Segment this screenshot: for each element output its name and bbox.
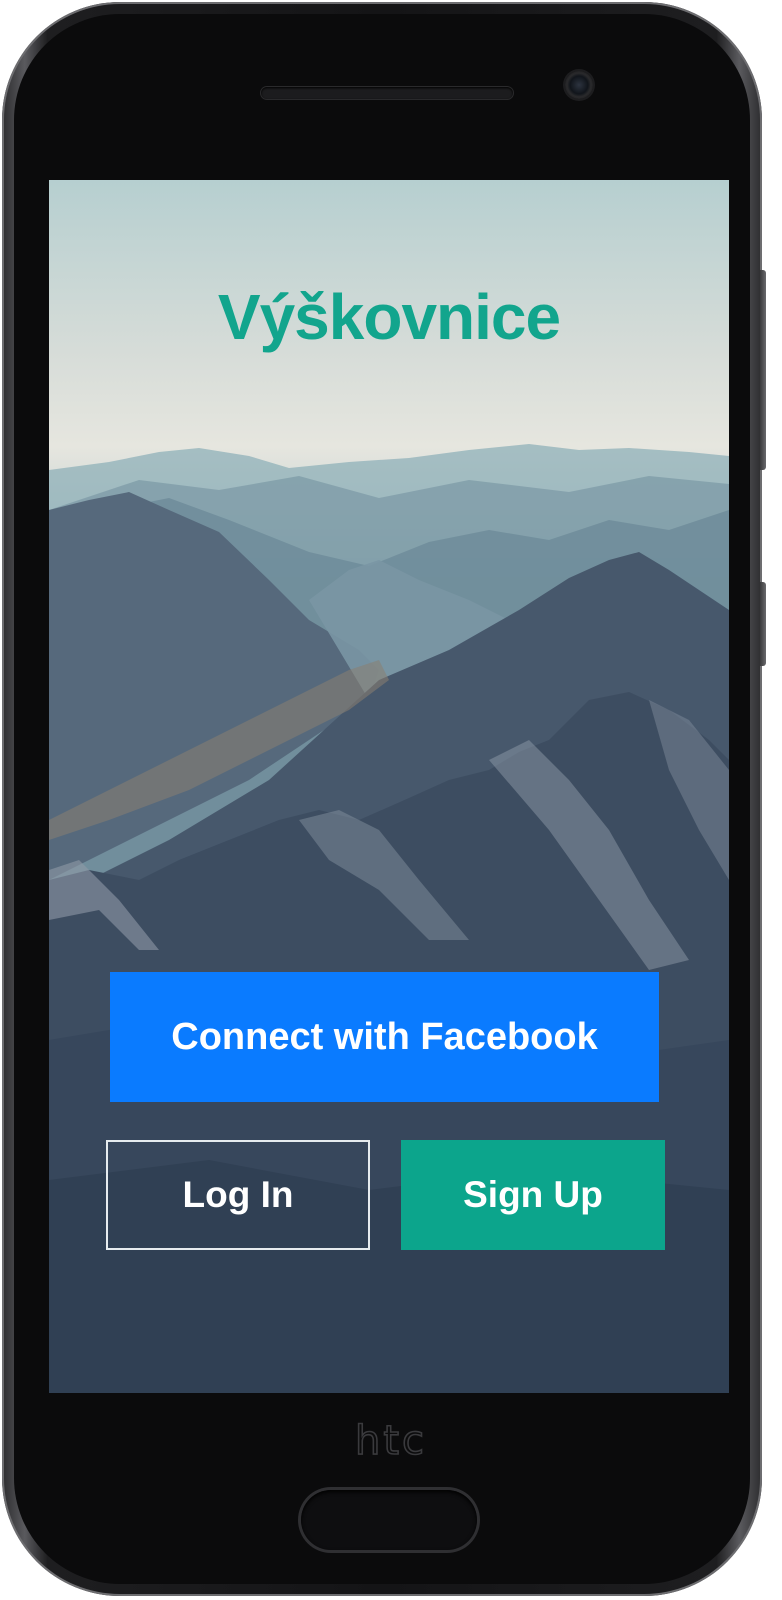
app-screen: Výškovnice Connect with Facebook Log In … bbox=[49, 180, 729, 1393]
login-button[interactable]: Log In bbox=[106, 1140, 370, 1250]
earpiece-speaker-icon bbox=[261, 87, 513, 99]
front-camera-icon bbox=[565, 71, 593, 99]
app-title: Výškovnice bbox=[217, 281, 561, 353]
home-button-icon[interactable] bbox=[301, 1490, 477, 1550]
power-button bbox=[760, 582, 766, 666]
signup-button[interactable]: Sign Up bbox=[401, 1140, 665, 1250]
device-brand-logo: htc bbox=[354, 1417, 428, 1465]
connect-facebook-button[interactable]: Connect with Facebook bbox=[110, 972, 659, 1102]
volume-button bbox=[760, 270, 766, 470]
phone-frame: Výškovnice Connect with Facebook Log In … bbox=[2, 2, 766, 1596]
